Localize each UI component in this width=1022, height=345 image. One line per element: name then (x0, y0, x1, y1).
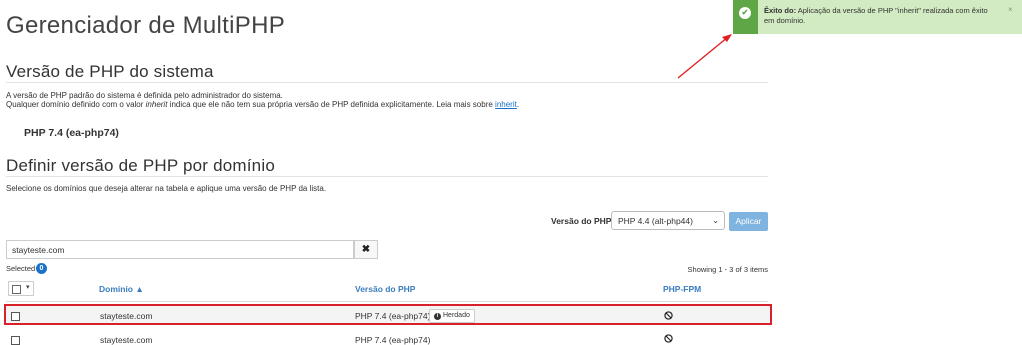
php-version-label: Versão do PHP (551, 216, 612, 226)
toast-message: Êxito do: Aplicação da versão de PHP "in… (764, 6, 1000, 26)
selected-count-badge: 0 (36, 263, 47, 274)
selected-label: Selected (6, 264, 36, 273)
toast-body: Aplicação da versão de PHP "inherit" rea… (764, 6, 988, 25)
system-php-description-2: Qualquer domínio definido com o valor in… (6, 100, 519, 109)
php-version-selected: PHP 4.4 (alt-php44) (618, 216, 693, 226)
divider (6, 176, 768, 177)
toast-title: Êxito do: (764, 6, 797, 15)
system-php-description-1: A versão de PHP padrão do sistema é defi… (6, 91, 283, 100)
highlight-box (4, 304, 772, 325)
row-php-version: PHP 7.4 (ea-php74) (355, 335, 431, 345)
php-version-select[interactable]: PHP 4.4 (alt-php44) ⌄ (611, 211, 725, 230)
column-header-php-fpm[interactable]: PHP-FPM (663, 284, 701, 294)
clear-search-icon[interactable]: ✖ (354, 240, 378, 259)
text: Showing (687, 265, 719, 274)
close-icon[interactable]: × (1008, 5, 1013, 14)
disabled-icon (664, 334, 673, 343)
domain-php-heading: Definir versão de PHP por domínio (6, 156, 275, 175)
column-header-domain[interactable]: Domínio ▲ (99, 284, 144, 294)
divider (6, 82, 768, 83)
text: 1 - 3 of 3 items (718, 265, 768, 274)
check-icon: ✔ (739, 7, 751, 19)
inherit-link[interactable]: inherit (495, 100, 517, 109)
chevron-down-icon: ⌄ (712, 216, 719, 225)
text: Qualquer domínio definido com o valor (6, 100, 146, 109)
showing-count: Showing 1 - 3 of 3 items (688, 265, 768, 274)
row-divider (6, 301, 768, 302)
annotation-arrow (677, 34, 732, 79)
system-php-version: PHP 7.4 (ea-php74) (24, 127, 119, 139)
select-all-checkbox[interactable]: ▾ (8, 281, 34, 296)
chevron-down-icon[interactable]: ▾ (26, 283, 30, 291)
search-input[interactable]: stayteste.com (6, 240, 354, 259)
column-header-php-version[interactable]: Versão do PHP (355, 284, 415, 294)
checkbox-icon[interactable] (12, 285, 21, 294)
system-php-heading: Versão de PHP do sistema (6, 62, 214, 81)
page-title: Gerenciador de MultiPHP (6, 12, 286, 39)
apply-button[interactable]: Aplicar (729, 212, 768, 231)
text: . (516, 100, 520, 109)
text: indica que ele não tem sua própria versã… (167, 100, 496, 109)
row-domain: stayteste.com (100, 335, 153, 345)
domain-php-description: Selecione os domínios que deseja alterar… (6, 184, 327, 193)
inherit-term: inherit (145, 100, 168, 109)
